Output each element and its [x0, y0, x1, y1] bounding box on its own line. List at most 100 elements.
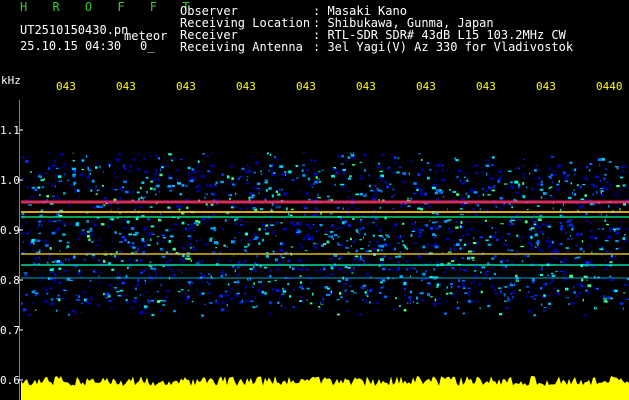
noise-speck	[403, 308, 407, 312]
noise-speck	[511, 292, 515, 294]
noise-speck	[246, 250, 248, 253]
noise-speck	[318, 308, 322, 310]
noise-speck	[313, 160, 317, 162]
noise-speck	[268, 301, 273, 305]
noise-speck	[615, 232, 620, 235]
noise-speck	[533, 214, 535, 216]
noise-speck	[432, 237, 436, 239]
noise-speck	[358, 233, 360, 235]
noise-speck	[434, 225, 436, 228]
noise-speck	[420, 188, 424, 192]
noise-speck	[215, 247, 217, 249]
noise-speck	[582, 298, 584, 302]
noise-speck	[394, 308, 397, 311]
noise-speck	[365, 193, 368, 196]
noise-speck	[549, 282, 553, 284]
noise-speck	[270, 224, 275, 226]
noise-speck	[141, 241, 145, 243]
noise-speck	[149, 187, 153, 190]
noise-speck	[596, 213, 599, 215]
noise-speck	[345, 301, 349, 303]
noise-speck	[306, 299, 309, 301]
noise-speck	[334, 183, 336, 186]
noise-speck	[462, 246, 465, 250]
noise-speck	[606, 180, 610, 183]
noise-speck	[459, 225, 462, 229]
noise-speck	[337, 280, 341, 283]
noise-speck	[418, 292, 421, 294]
noise-speck	[258, 228, 261, 231]
noise-speck	[195, 262, 200, 264]
noise-speck	[339, 218, 342, 221]
noise-speck	[424, 270, 427, 273]
noise-speck	[546, 240, 549, 243]
noise-speck	[263, 227, 265, 231]
noise-speck	[621, 170, 625, 173]
noise-speck	[467, 299, 472, 303]
noise-speck	[304, 207, 308, 209]
noise-speck	[276, 205, 280, 208]
noise-speck	[246, 164, 249, 166]
noise-speck	[352, 157, 356, 160]
noise-speck	[147, 217, 150, 221]
noise-speck	[417, 207, 422, 210]
noise-speck	[304, 250, 308, 252]
noise-speck	[462, 287, 466, 289]
noise-speck	[226, 245, 228, 248]
noise-speck	[429, 226, 434, 230]
noise-speck	[537, 218, 542, 221]
noise-speck	[570, 301, 575, 305]
amplitude-fill	[21, 376, 629, 400]
noise-speck	[131, 307, 134, 309]
noise-speck	[560, 205, 562, 207]
noise-speck	[212, 213, 216, 216]
noise-speck	[197, 259, 200, 263]
noise-speck	[531, 188, 535, 191]
noise-speck	[266, 255, 269, 258]
noise-speck	[36, 239, 41, 242]
noise-speck	[345, 310, 349, 312]
noise-speck	[312, 223, 315, 226]
noise-speck	[124, 239, 127, 242]
noise-speck	[536, 169, 540, 171]
noise-speck	[321, 169, 325, 171]
noise-speck	[157, 236, 160, 238]
noise-speck	[75, 222, 80, 225]
noise-speck	[585, 289, 589, 292]
noise-speck	[613, 228, 617, 231]
noise-speck	[27, 185, 30, 189]
noise-speck	[347, 196, 351, 199]
noise-speck	[502, 267, 505, 269]
noise-speck	[374, 248, 377, 251]
noise-speck	[238, 272, 240, 276]
noise-speck	[364, 291, 367, 294]
noise-speck	[31, 239, 34, 242]
noise-speck	[471, 166, 475, 168]
noise-speck	[315, 213, 318, 216]
noise-speck	[521, 260, 524, 263]
noise-speck	[420, 192, 423, 196]
noise-speck	[604, 240, 609, 242]
noise-speck	[455, 226, 459, 229]
noise-speck	[591, 234, 594, 236]
noise-speck	[409, 206, 411, 209]
noise-speck	[397, 255, 402, 258]
noise-speck	[468, 250, 472, 253]
noise-speck	[222, 269, 224, 272]
noise-speck	[377, 165, 381, 169]
noise-speck	[70, 279, 73, 281]
noise-speck	[269, 153, 272, 156]
noise-speck	[142, 196, 146, 198]
noise-speck	[603, 278, 605, 281]
noise-speck	[95, 185, 98, 187]
noise-speck	[552, 248, 557, 251]
noise-speck	[400, 203, 403, 205]
noise-speck	[186, 297, 189, 301]
noise-speck	[421, 279, 423, 282]
noise-speck	[180, 260, 185, 263]
noise-speck	[207, 206, 209, 208]
noise-speck	[500, 290, 502, 294]
info-label-antenna: Receiving Antenna	[180, 40, 303, 54]
noise-speck	[195, 222, 198, 225]
noise-speck	[69, 223, 73, 226]
